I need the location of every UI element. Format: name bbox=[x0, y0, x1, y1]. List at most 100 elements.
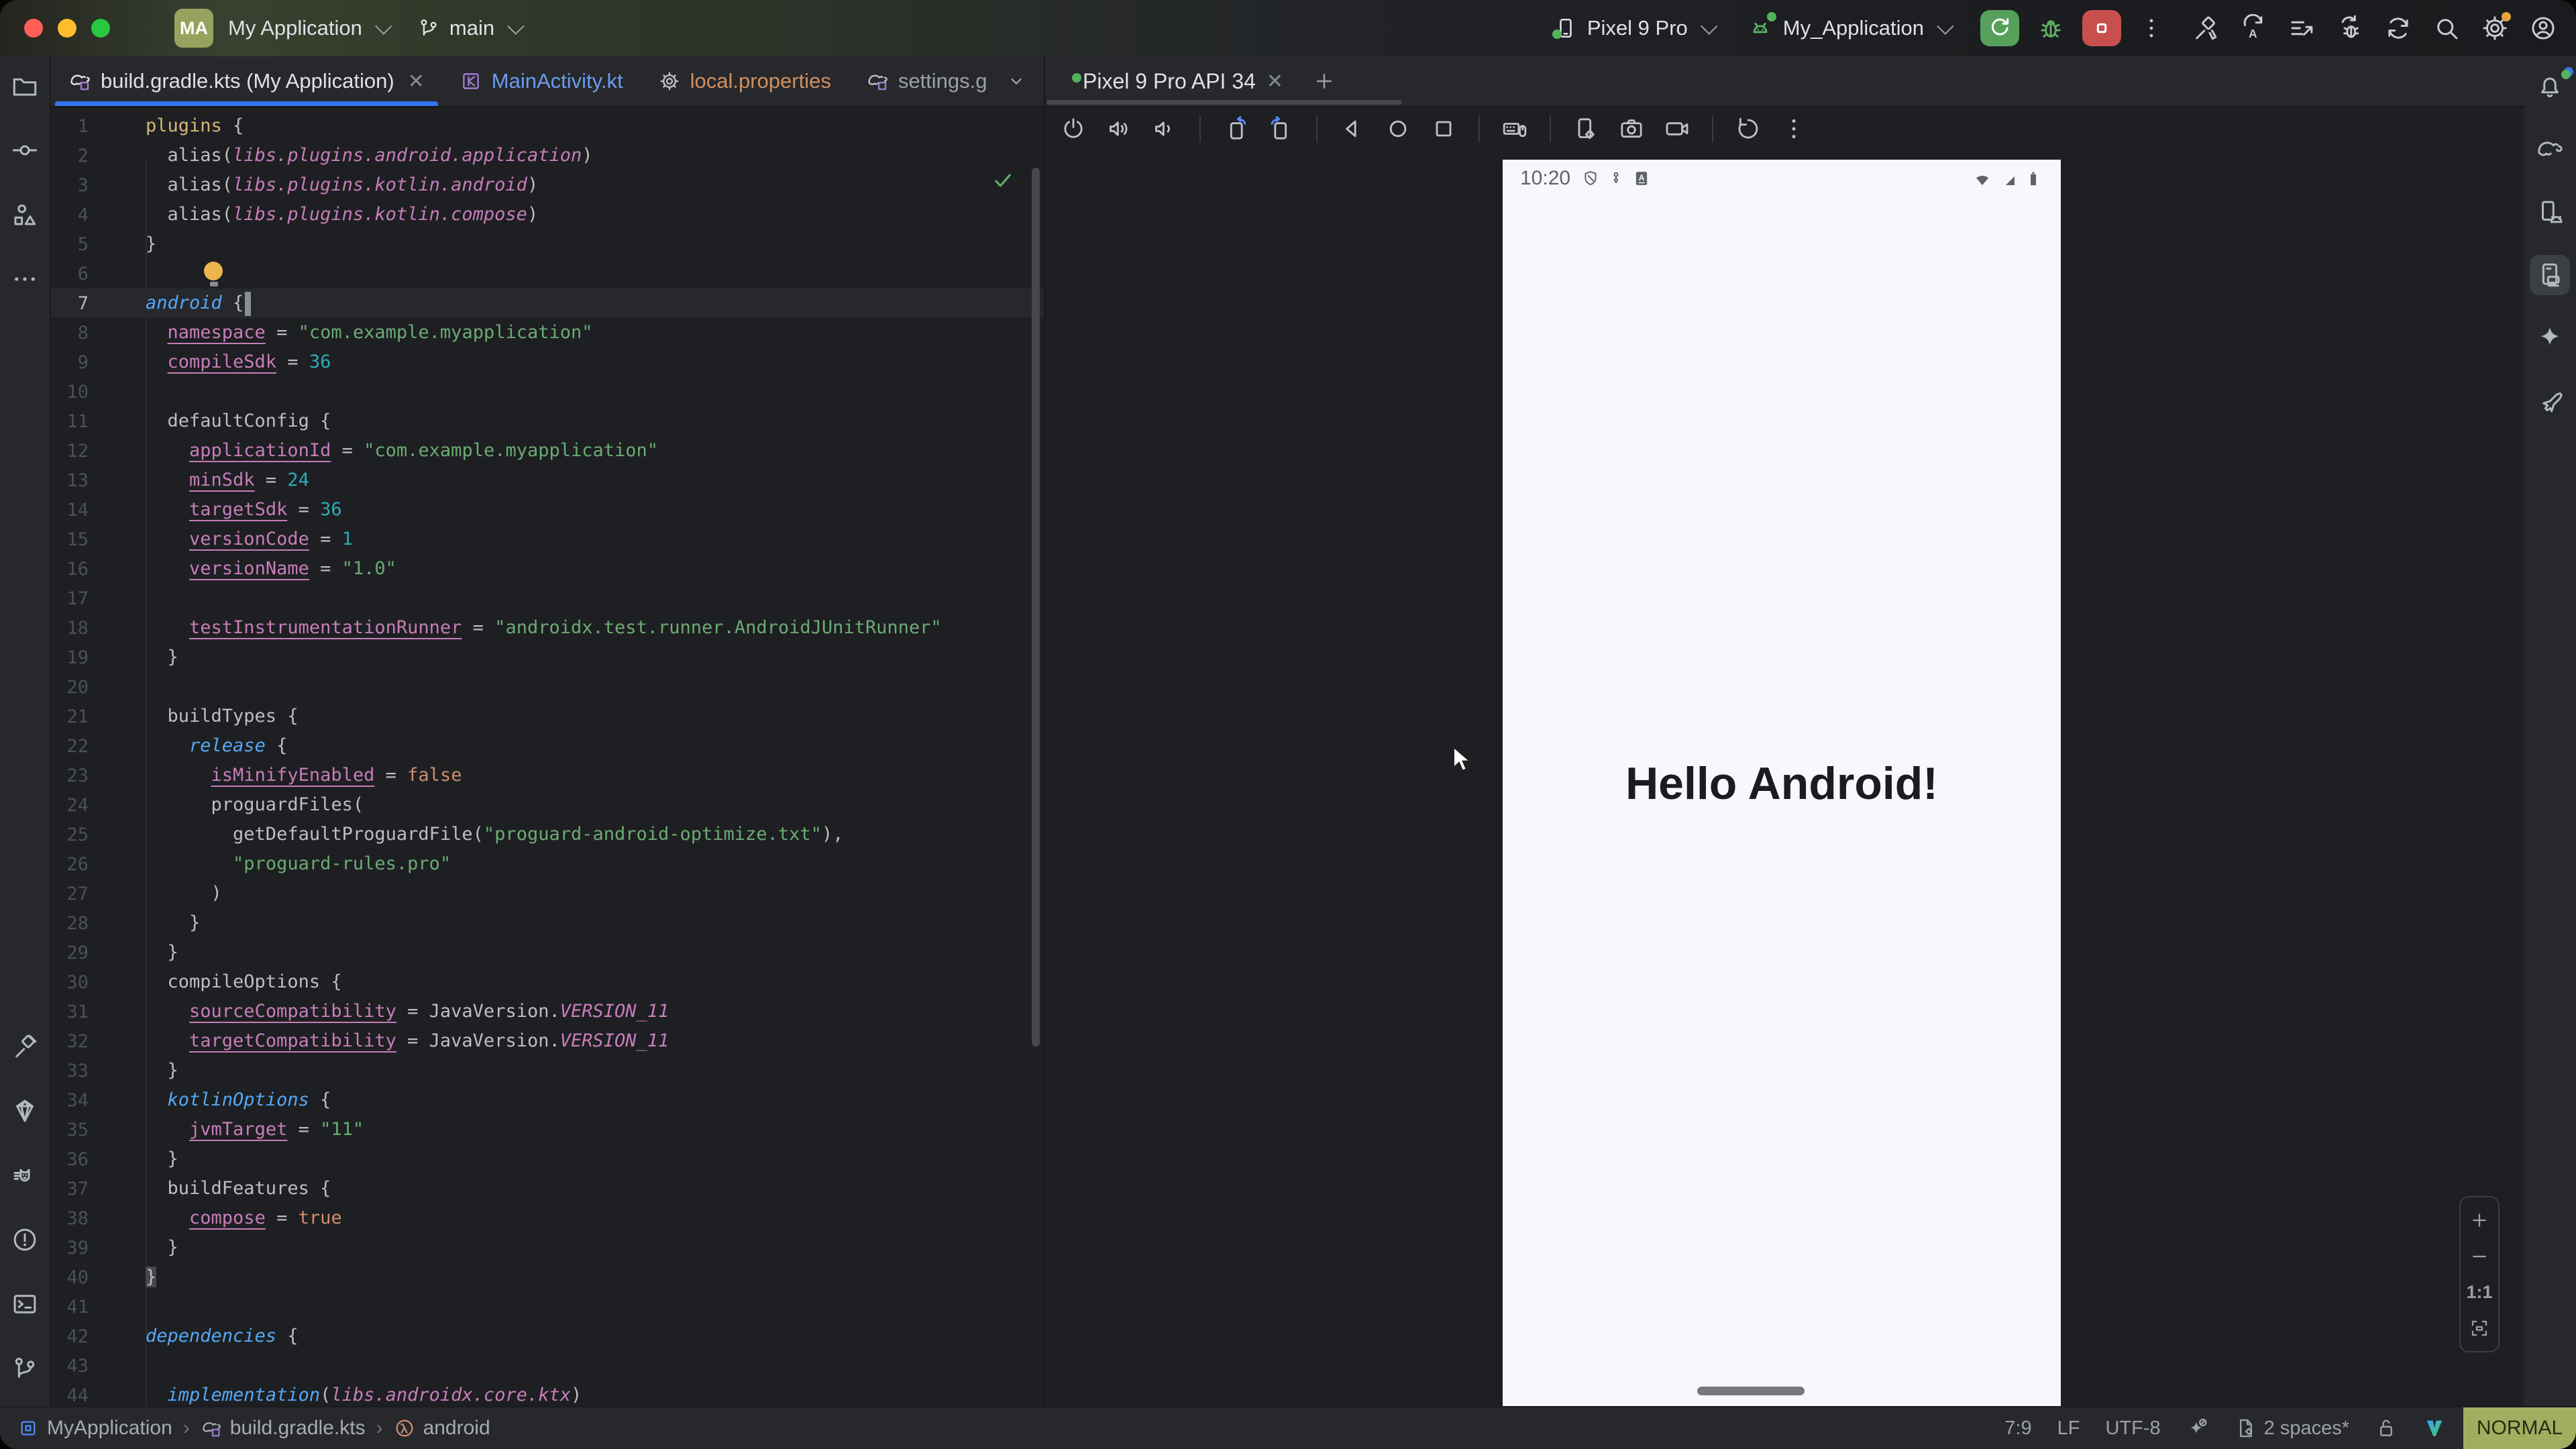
code-line-17[interactable]: 17 bbox=[51, 584, 1044, 613]
search-everywhere-button[interactable] bbox=[2432, 14, 2461, 42]
code-line-18[interactable]: 18 testInstrumentationRunner = "androidx… bbox=[51, 613, 1044, 643]
tool-window-gemini-spark-icon[interactable] bbox=[2530, 318, 2570, 358]
editor-scrollbar[interactable] bbox=[1032, 168, 1040, 1046]
code-line-26[interactable]: 26 "proguard-rules.pro" bbox=[51, 849, 1044, 879]
status-UTF-8[interactable]: UTF-8 bbox=[2105, 1417, 2160, 1440]
code-line-40[interactable]: 40} bbox=[51, 1263, 1044, 1292]
tab-scrollbar[interactable] bbox=[1046, 100, 1402, 105]
more-vertical-button[interactable] bbox=[1780, 115, 1807, 142]
zoom-out-icon[interactable] bbox=[2469, 1246, 2490, 1267]
debug-button[interactable] bbox=[2037, 14, 2065, 42]
tool-window-device-manager-icon[interactable] bbox=[2530, 192, 2570, 232]
code-line-25[interactable]: 25 getDefaultProguardFile("proguard-andr… bbox=[51, 820, 1044, 849]
code-line-12[interactable]: 12 applicationId = "com.example.myapplic… bbox=[51, 436, 1044, 466]
run-configuration-selector[interactable]: My_Application bbox=[1747, 15, 1949, 42]
attach-debugger-button[interactable] bbox=[2336, 14, 2364, 42]
code-line-20[interactable]: 20 bbox=[51, 672, 1044, 702]
profiler-button[interactable] bbox=[2288, 14, 2316, 42]
chevron-down-icon[interactable] bbox=[1005, 70, 1028, 93]
rotate-left-button[interactable] bbox=[1222, 115, 1249, 142]
volume-up-button[interactable] bbox=[1106, 115, 1132, 142]
screen-record-button[interactable] bbox=[1664, 115, 1690, 142]
editor-tab-build.gradle.kts[interactable]: build.gradle.kts (My Application)✕ bbox=[51, 56, 442, 106]
code-line-34[interactable]: 34 kotlinOptions { bbox=[51, 1085, 1044, 1115]
emulator-screen[interactable]: 10:20 A Hello Android! bbox=[1503, 160, 2061, 1407]
breadcrumb-build.gradle.kts[interactable]: build.gradle.kts bbox=[201, 1417, 366, 1440]
hardware-input-button[interactable] bbox=[1501, 115, 1528, 142]
screenshot-button[interactable] bbox=[1618, 115, 1645, 142]
code-line-9[interactable]: 9 compileSdk = 36 bbox=[51, 347, 1044, 377]
tool-window-gem-icon[interactable] bbox=[5, 1091, 45, 1131]
code-line-3[interactable]: 3 alias(libs.plugins.kotlin.android) bbox=[51, 170, 1044, 200]
code-line-2[interactable]: 2 alias(libs.plugins.android.application… bbox=[51, 141, 1044, 170]
back-button[interactable] bbox=[1339, 115, 1366, 142]
tool-window-structure-icon[interactable] bbox=[5, 195, 45, 235]
close-icon[interactable]: ✕ bbox=[1267, 70, 1283, 93]
status-2-spaces-[interactable]: 2 spaces* bbox=[2235, 1417, 2349, 1440]
status-vim-icon[interactable] bbox=[2423, 1417, 2446, 1440]
navigation-pill[interactable] bbox=[1697, 1387, 1805, 1395]
code-line-27[interactable]: 27 ) bbox=[51, 879, 1044, 908]
code-line-28[interactable]: 28 } bbox=[51, 908, 1044, 938]
vcs-branch-selector[interactable]: main bbox=[417, 16, 520, 40]
inspection-ok-icon[interactable] bbox=[990, 168, 1016, 193]
vim-mode-badge[interactable]: NORMAL bbox=[2463, 1407, 2576, 1449]
build-hammer-button[interactable] bbox=[2191, 14, 2219, 42]
zoom-window-button[interactable] bbox=[91, 19, 110, 38]
close-window-button[interactable] bbox=[24, 19, 43, 38]
code-line-16[interactable]: 16 versionName = "1.0" bbox=[51, 554, 1044, 584]
settings-button[interactable] bbox=[2481, 14, 2509, 42]
code-line-15[interactable]: 15 versionCode = 1 bbox=[51, 525, 1044, 554]
tool-window-terminal-icon[interactable] bbox=[5, 1284, 45, 1324]
status-7-9[interactable]: 7:9 bbox=[2004, 1417, 2031, 1440]
tool-window-git-branch-icon[interactable] bbox=[5, 1348, 45, 1389]
code-line-39[interactable]: 39 } bbox=[51, 1233, 1044, 1263]
code-line-10[interactable]: 10 bbox=[51, 377, 1044, 407]
reset-view-button[interactable] bbox=[1735, 115, 1762, 142]
tool-window-problems-icon[interactable] bbox=[5, 1220, 45, 1260]
code-line-32[interactable]: 32 targetCompatibility = JavaVersion.VER… bbox=[51, 1026, 1044, 1056]
tool-window-commit-icon[interactable] bbox=[5, 130, 45, 170]
code-line-8[interactable]: 8 namespace = "com.example.myapplication… bbox=[51, 318, 1044, 347]
breadcrumb-MyApplication[interactable]: MyApplication bbox=[17, 1417, 172, 1440]
code-line-21[interactable]: 21 buildTypes { bbox=[51, 702, 1044, 731]
status-lock-open-icon[interactable] bbox=[2375, 1417, 2398, 1440]
code-line-35[interactable]: 35 jvmTarget = "11" bbox=[51, 1115, 1044, 1144]
close-icon[interactable]: ✕ bbox=[408, 70, 425, 93]
code-line-22[interactable]: 22 release { bbox=[51, 731, 1044, 761]
editor-tab-settings.g[interactable]: settings.g bbox=[849, 56, 1005, 106]
tool-window-folder-icon[interactable] bbox=[5, 66, 45, 106]
project-selector[interactable]: My Application bbox=[228, 16, 388, 40]
code-line-14[interactable]: 14 targetSdk = 36 bbox=[51, 495, 1044, 525]
code-editor[interactable]: 1plugins {2 alias(libs.plugins.android.a… bbox=[51, 107, 1044, 1411]
code-line-30[interactable]: 30 compileOptions { bbox=[51, 967, 1044, 997]
editor-tab-MainActivity.kt[interactable]: MainActivity.kt bbox=[442, 56, 641, 106]
code-line-7[interactable]: 7android { bbox=[51, 288, 1044, 318]
tool-window-running-devices-icon[interactable] bbox=[2530, 255, 2570, 295]
code-line-19[interactable]: 19 } bbox=[51, 643, 1044, 672]
zoom-in-icon[interactable] bbox=[2469, 1210, 2490, 1231]
intention-bulb-icon[interactable] bbox=[204, 262, 224, 286]
device-selector[interactable]: Pixel 9 Pro bbox=[1554, 16, 1713, 40]
breadcrumb-android[interactable]: android bbox=[394, 1417, 490, 1440]
add-tab-icon[interactable] bbox=[1313, 70, 1336, 93]
code-line-31[interactable]: 31 sourceCompatibility = JavaVersion.VER… bbox=[51, 997, 1044, 1026]
code-line-42[interactable]: 42dependencies { bbox=[51, 1322, 1044, 1351]
code-line-37[interactable]: 37 buildFeatures { bbox=[51, 1174, 1044, 1203]
zoom-ratio[interactable]: 1:1 bbox=[2466, 1282, 2492, 1303]
code-line-23[interactable]: 23 isMinifyEnabled = false bbox=[51, 761, 1044, 790]
sync-project-button[interactable] bbox=[2384, 14, 2412, 42]
tool-window-plane-icon[interactable] bbox=[2530, 381, 2570, 421]
editor-tab-local.properties[interactable]: local.properties bbox=[641, 56, 849, 106]
code-line-33[interactable]: 33 } bbox=[51, 1056, 1044, 1085]
fit-screen-icon[interactable] bbox=[2469, 1318, 2490, 1339]
code-line-36[interactable]: 36 } bbox=[51, 1144, 1044, 1174]
code-line-41[interactable]: 41 bbox=[51, 1292, 1044, 1322]
account-button[interactable] bbox=[2529, 14, 2557, 42]
tool-window-hammer-icon[interactable] bbox=[5, 1026, 45, 1067]
status-LF[interactable]: LF bbox=[2057, 1417, 2080, 1440]
code-line-5[interactable]: 5} bbox=[51, 229, 1044, 259]
more-vertical-icon[interactable] bbox=[2139, 15, 2164, 41]
stop-button[interactable] bbox=[2082, 10, 2121, 46]
tool-window-more-icon[interactable] bbox=[5, 259, 45, 299]
